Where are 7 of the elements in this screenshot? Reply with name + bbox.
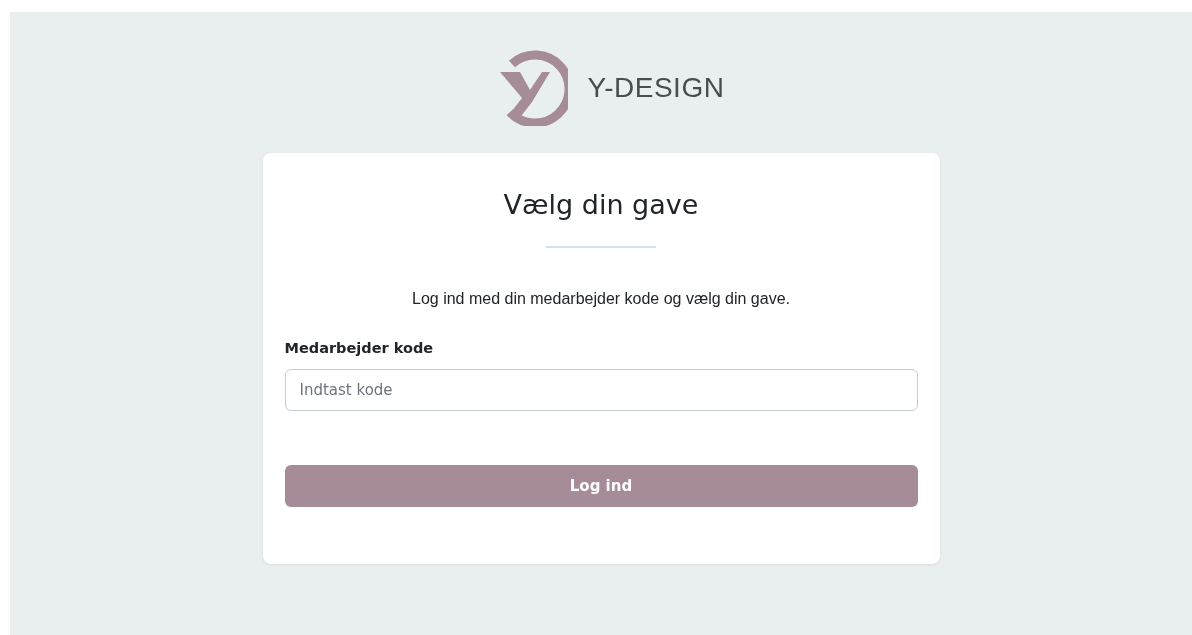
login-button[interactable]: Log ind [284, 465, 918, 507]
card-title: Vælg din gave [503, 189, 699, 220]
brand-name: Y-DESIGN [587, 72, 725, 104]
intro-text: Log ind med din medarbejder kode og vælg din gave. [412, 290, 790, 308]
logo-icon [497, 50, 568, 126]
field-label: Medarbejder kode [284, 340, 434, 356]
code-input-field[interactable]: Indtast kode [284, 369, 918, 411]
